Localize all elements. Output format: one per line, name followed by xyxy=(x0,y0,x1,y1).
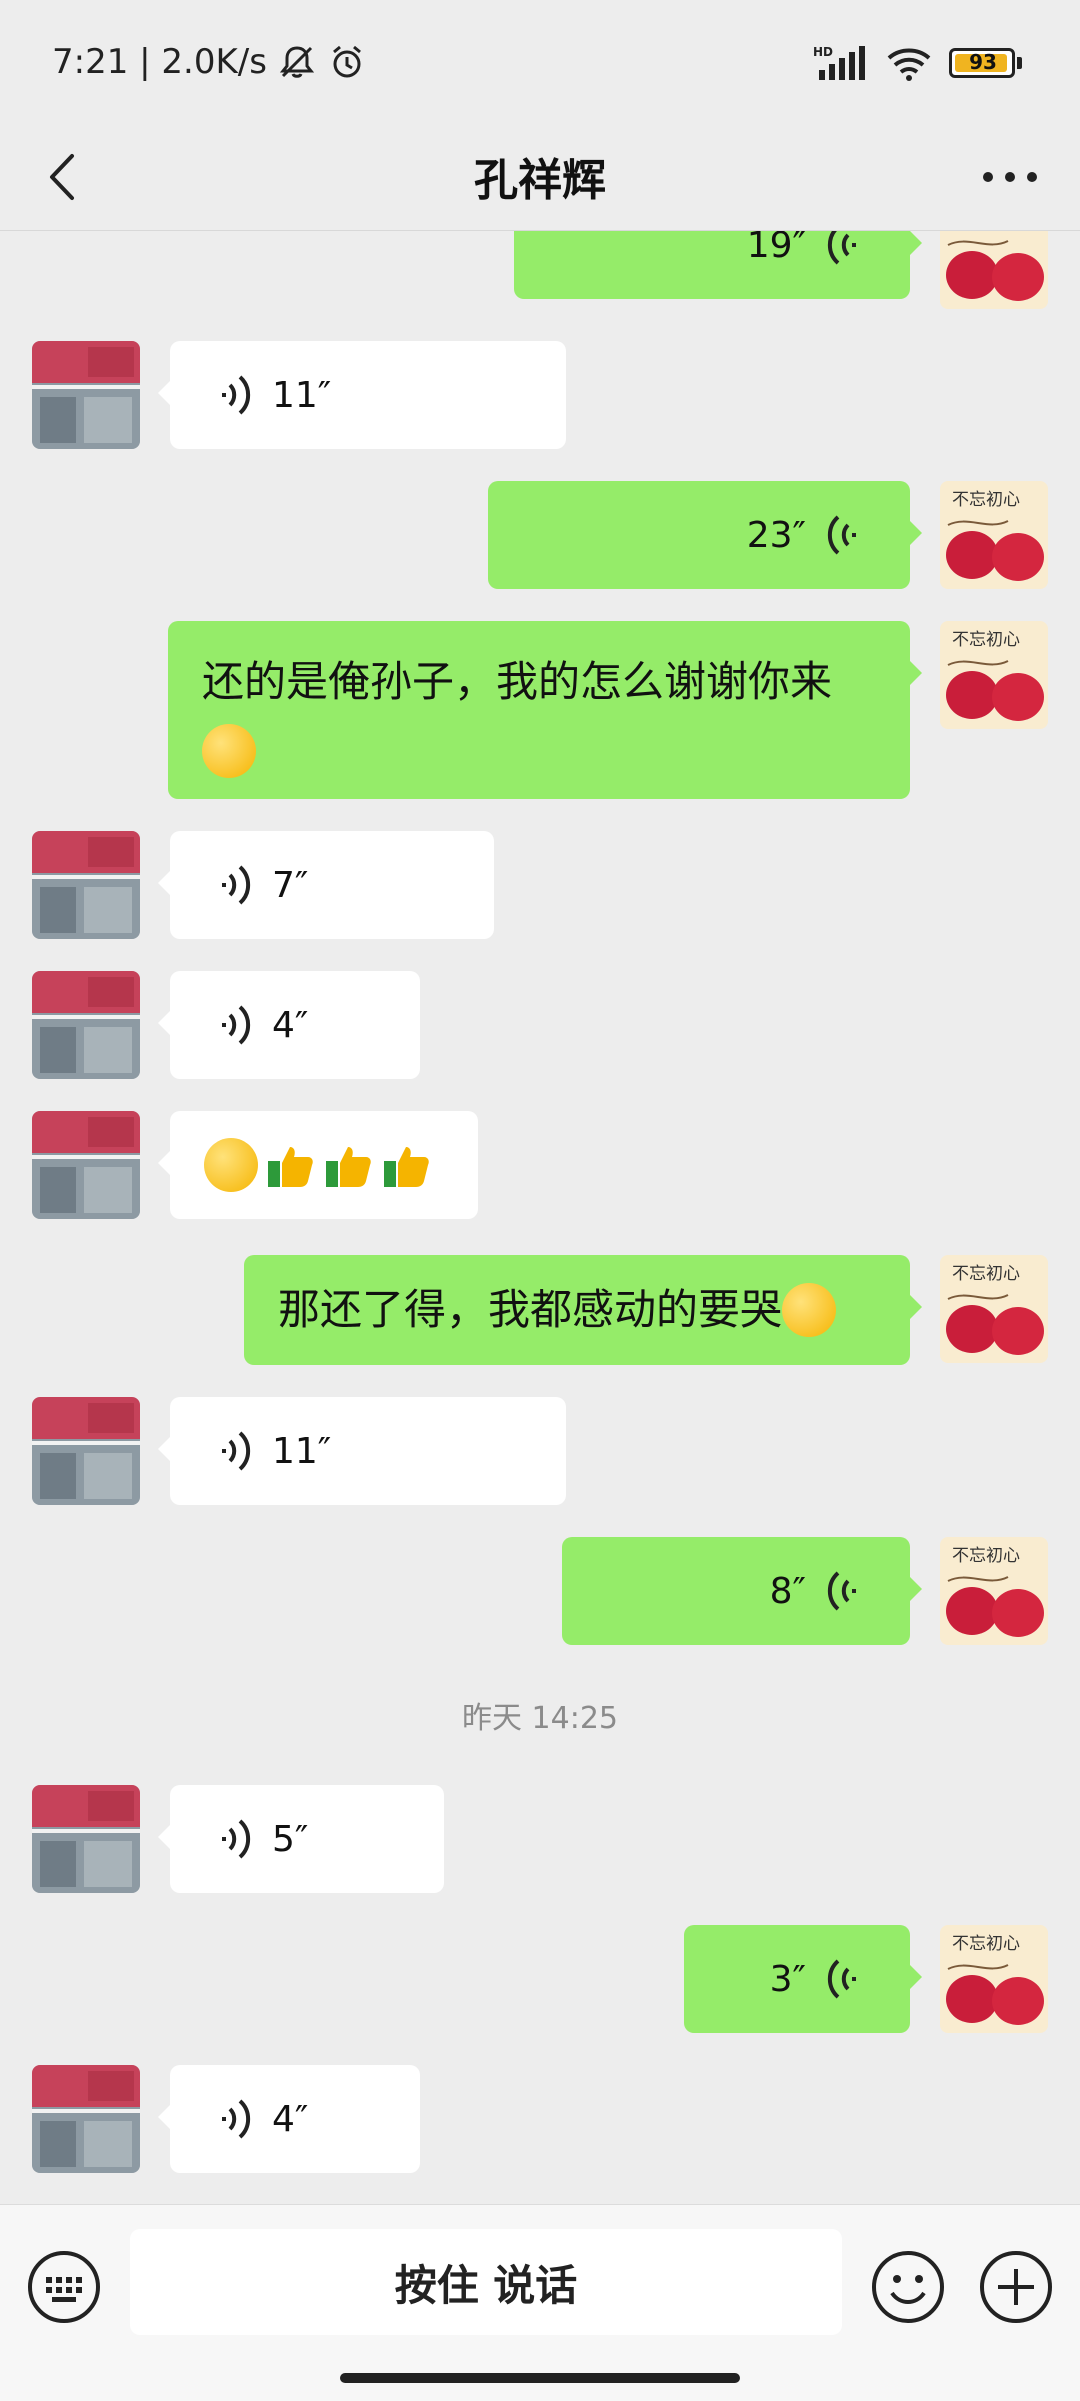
avatar-caption: 不忘初心 xyxy=(952,490,1020,510)
avatar-caption: 不忘初心 xyxy=(952,630,1020,650)
emoji-message-in[interactable] xyxy=(158,1111,478,1219)
self-avatar[interactable]: 不忘初心 xyxy=(940,1925,1048,2033)
keyboard-icon[interactable] xyxy=(26,2249,102,2325)
hold-to-talk-button[interactable]: 按住 说话 xyxy=(130,2229,842,2335)
laugh-cry-emoji-icon xyxy=(782,1283,837,1337)
avatar-caption: 不忘初心 xyxy=(952,1264,1020,1284)
voice-message-out[interactable]: 3″ xyxy=(684,1925,922,2033)
voice-duration: 8″ xyxy=(769,1570,806,1612)
thumbs-up-icon xyxy=(384,1147,429,1187)
voice-duration: 4″ xyxy=(272,1004,309,1046)
more-options-icon[interactable] xyxy=(970,142,1050,212)
text-message-out[interactable]: 还的是俺孙子，我的怎么谢谢你来 xyxy=(168,621,922,799)
mute-bell-icon xyxy=(279,46,315,78)
battery-indicator: 93 xyxy=(949,48,1015,78)
voice-message-out[interactable]: 19″ xyxy=(514,231,922,299)
message-text: 那还了得，我都感动的要哭 xyxy=(278,1285,783,1334)
voice-wave-icon xyxy=(222,2099,251,2139)
message-timestamp: 昨天 14:25 xyxy=(462,1701,618,1736)
voice-wave-icon xyxy=(827,515,856,555)
voice-message-in[interactable]: 4″ xyxy=(158,971,420,1079)
hd-label: HD xyxy=(813,45,833,59)
voice-wave-icon xyxy=(222,865,251,905)
self-avatar[interactable]: 不忘初心 xyxy=(940,1537,1048,1645)
status-right: HD 93 xyxy=(813,44,1022,82)
contact-avatar[interactable] xyxy=(32,341,140,449)
avatar-caption: 不忘初心 xyxy=(952,1546,1020,1566)
self-avatar[interactable]: 不忘初心 xyxy=(940,621,1048,729)
emoji-icon[interactable] xyxy=(870,2249,946,2325)
voice-duration: 11″ xyxy=(272,1430,332,1472)
voice-duration: 7″ xyxy=(272,864,309,906)
contact-avatar[interactable] xyxy=(32,971,140,1079)
voice-duration: 5″ xyxy=(272,1818,309,1860)
voice-message-in[interactable]: 5″ xyxy=(158,1785,444,1893)
cellular-signal-icon: HD xyxy=(813,45,865,80)
message-text: 还的是俺孙子，我的怎么谢谢你来 xyxy=(202,657,833,706)
alarm-clock-icon xyxy=(333,45,361,78)
chat-message-list[interactable]: 不忘初心 19″ 11″ 不忘初心 23″ xyxy=(0,231,1080,2204)
voice-duration: 3″ xyxy=(769,1958,806,2000)
contact-avatar[interactable] xyxy=(32,1785,140,1893)
battery-tip xyxy=(1017,57,1022,69)
voice-wave-icon xyxy=(222,1005,251,1045)
voice-wave-icon xyxy=(827,231,856,265)
voice-wave-icon xyxy=(827,1959,856,1999)
chat-title: 孔祥辉 xyxy=(474,155,606,206)
voice-duration: 11″ xyxy=(272,374,332,416)
voice-message-in[interactable]: 11″ xyxy=(158,1397,566,1505)
avatar-caption: 不忘初心 xyxy=(952,1934,1020,1954)
contact-avatar[interactable] xyxy=(32,1397,140,1505)
status-bar: 7:21 | 2.0K/s HD 93 xyxy=(0,0,1080,130)
battery-level: 93 xyxy=(969,50,997,74)
text-message-out[interactable]: 那还了得，我都感动的要哭 xyxy=(244,1255,922,1365)
wifi-icon xyxy=(887,48,931,81)
voice-duration: 4″ xyxy=(272,2098,309,2140)
thumbs-up-icon xyxy=(268,1147,313,1187)
contact-avatar[interactable] xyxy=(32,831,140,939)
voice-message-in[interactable]: 11″ xyxy=(158,341,566,449)
voice-message-in[interactable]: 4″ xyxy=(158,2065,420,2173)
contact-avatar[interactable] xyxy=(32,2065,140,2173)
laugh-cry-emoji-icon xyxy=(202,723,256,778)
contact-avatar[interactable] xyxy=(32,1111,140,1219)
home-indicator xyxy=(340,2373,740,2383)
thumbs-up-icon xyxy=(326,1147,371,1187)
chat-header: 孔祥辉 xyxy=(0,130,1080,231)
voice-wave-icon xyxy=(222,1431,251,1471)
voice-duration: 19″ xyxy=(746,231,806,266)
self-avatar[interactable]: 不忘初心 xyxy=(940,481,1048,589)
voice-wave-icon xyxy=(222,375,251,415)
voice-message-in[interactable]: 7″ xyxy=(158,831,494,939)
status-time-speed: 7:21 | 2.0K/s xyxy=(52,42,267,82)
grin-emoji-icon xyxy=(204,1138,258,1192)
self-avatar[interactable]: 不忘初心 xyxy=(940,231,1048,309)
self-avatar[interactable]: 不忘初心 xyxy=(940,1255,1048,1363)
status-left: 7:21 | 2.0K/s xyxy=(52,42,367,82)
voice-message-out[interactable]: 8″ xyxy=(562,1537,922,1645)
voice-message-out[interactable]: 23″ xyxy=(488,481,922,589)
voice-wave-icon xyxy=(827,1571,856,1611)
plus-icon[interactable] xyxy=(978,2249,1054,2325)
voice-wave-icon xyxy=(222,1819,251,1859)
voice-duration: 23″ xyxy=(746,514,806,556)
input-bar: 按住 说话 xyxy=(0,2204,1080,2401)
